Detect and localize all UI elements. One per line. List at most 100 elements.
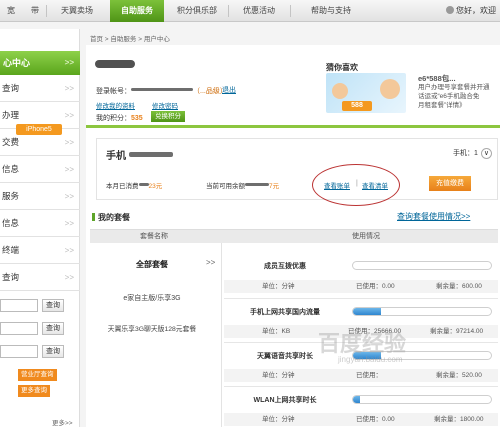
- nav-item-points-club[interactable]: 积分俱乐部: [168, 0, 226, 22]
- balance-label: 当前可用余额: [206, 183, 245, 190]
- recommend-line: 月租套餐”详情》: [418, 102, 466, 109]
- usage-progress-fill: [353, 396, 360, 403]
- redacted-value: [245, 183, 269, 186]
- person-image: [332, 83, 348, 99]
- recommend-line: 用户办理号享套餐并开通: [418, 84, 490, 91]
- sidebar-item-query-2[interactable]: 查询 >>: [0, 264, 80, 291]
- usage-unit: 单位：分钟: [262, 283, 295, 290]
- edit-password-text: 修改密码: [152, 103, 178, 110]
- sidebar-query-button[interactable]: 查询: [42, 322, 64, 335]
- plan-item[interactable]: 天翼乐享3G聊天版128元套餐: [86, 323, 218, 333]
- edit-password-link[interactable]: 修改密码: [152, 100, 178, 110]
- more-query-button[interactable]: 更多查询: [18, 385, 50, 397]
- nav-item-help[interactable]: 帮助与支持: [296, 0, 366, 22]
- double-chevron-icon: >>: [64, 273, 74, 282]
- sidebar-query-input[interactable]: [0, 345, 38, 358]
- double-chevron-icon: >>: [64, 246, 74, 255]
- sidebar-item-label: 交费: [2, 137, 20, 147]
- recommend-banner[interactable]: 588: [326, 73, 406, 113]
- sidebar-header-label: 心中心: [3, 58, 31, 68]
- top-navigation: 宽 带 天翼卖场 自助服务 积分俱乐部 优惠活动 帮助与支持 您好，欢迎: [0, 0, 500, 22]
- month-spend-value: 23元: [148, 183, 163, 190]
- nav-separator: [290, 5, 291, 17]
- usage-meta: 单位：分钟 已使用： 剩余量：520.00: [224, 369, 498, 382]
- usage-meta: 单位：分钟 已使用：0.00 剩余量：1800.00: [224, 413, 498, 426]
- breadcrumb: 首页 > 自助服务 > 用户中心: [90, 36, 170, 43]
- recommend-line: e6*588包...: [418, 74, 456, 83]
- phone-switch[interactable]: 手机：1 ∨: [453, 148, 492, 159]
- double-chevron-icon: >>: [64, 192, 74, 201]
- usage-row: 成员互拨优惠 单位：分钟 已使用：0.00 剩余量：600.00: [224, 253, 498, 299]
- watermark-url: jingyan.baidu.com: [338, 355, 403, 364]
- month-spend-label: 本月已消费: [106, 183, 139, 190]
- person-image: [380, 79, 400, 99]
- usage-unit: 单位：分钟: [262, 416, 295, 423]
- highlight-circle: [312, 164, 400, 206]
- title-marker: [92, 213, 95, 221]
- month-spend: 本月已消费 23元: [106, 180, 162, 190]
- usage-progress-fill: [353, 308, 381, 315]
- phone-title: 手机: [106, 147, 173, 162]
- nav-item-promotions[interactable]: 优惠活动: [230, 0, 288, 22]
- sidebar-query-input[interactable]: [0, 322, 38, 335]
- section-divider: [86, 125, 500, 128]
- usage-progress-bar: [352, 395, 492, 404]
- sidebar-query-button[interactable]: 查询: [42, 345, 64, 358]
- sidebar-query-button[interactable]: 查询: [42, 299, 64, 312]
- logout-link[interactable]: 退出: [222, 85, 236, 95]
- nav-separator: [46, 5, 47, 17]
- usage-name: 手机上网共享国内流量: [250, 309, 320, 316]
- sidebar-query-input[interactable]: [0, 299, 38, 312]
- phone-title-text: 手机: [106, 151, 126, 162]
- double-chevron-icon: >>: [64, 138, 74, 147]
- sidebar-item-label: 服务: [2, 191, 20, 201]
- column-usage: 使用情况: [352, 233, 380, 240]
- nav-item-broadband[interactable]: 宽: [0, 0, 22, 22]
- iphone-promo-badge[interactable]: iPhone5: [16, 124, 62, 135]
- recharge-button[interactable]: 充值缴费: [429, 176, 471, 191]
- sidebar-item-service[interactable]: 服务 >>: [0, 183, 80, 210]
- sidebar-more-link[interactable]: 更多>>: [52, 417, 73, 427]
- phone-switch-label: 手机：1: [453, 150, 478, 157]
- usage-used: 已使用：: [356, 372, 382, 379]
- double-chevron-icon[interactable]: >>: [206, 258, 215, 267]
- user-icon: [446, 6, 454, 14]
- nav-item-self-service[interactable]: 自助服务: [110, 0, 164, 22]
- sidebar-item-info-2[interactable]: 信息 >>: [0, 210, 80, 237]
- usage-unit: 单位：分钟: [262, 372, 295, 379]
- sidebar-item-label: 信息: [2, 218, 20, 228]
- sidebar-item-label: 办理: [2, 110, 20, 120]
- account-login-row: 登录帐号： （...品级）: [96, 86, 227, 96]
- nav-separator: [228, 5, 229, 17]
- sidebar-item-info[interactable]: 信息 >>: [0, 156, 80, 183]
- usage-meta: 单位：分钟 已使用：0.00 剩余量：600.00: [224, 280, 498, 293]
- sidebar-header[interactable]: 心中心 >>: [0, 51, 80, 75]
- nav-item-band[interactable]: 带: [24, 0, 46, 22]
- column-plan-name: 套餐名称: [140, 233, 168, 240]
- usage-left: 剩余量：520.00: [436, 372, 482, 379]
- plan-item-all[interactable]: 全部套餐: [86, 259, 218, 270]
- edit-profile-link[interactable]: 修改我的资料: [96, 100, 135, 110]
- chevron-down-icon: ∨: [480, 148, 492, 159]
- greeting: 您好，欢迎: [446, 0, 496, 22]
- plan-item[interactable]: e家自主版/乐享3G: [86, 293, 218, 303]
- usage-progress-bar: [352, 261, 492, 270]
- plans-table-header: 套餐名称 使用情况: [90, 229, 498, 243]
- usage-row: WLAN上网共享时长 单位：分钟 已使用：0.00 剩余量：1800.00: [224, 387, 498, 427]
- usage-left: 剩余量：1800.00: [434, 416, 484, 423]
- hall-query-button[interactable]: 营业厅查询: [18, 369, 57, 381]
- balance-value: 7元: [269, 183, 280, 190]
- sidebar-item-terminal[interactable]: 终端 >>: [0, 237, 80, 264]
- column-divider: [221, 243, 222, 427]
- usage-used: 已使用：0.00: [356, 416, 395, 423]
- nav-item-store[interactable]: 天翼卖场: [48, 0, 106, 22]
- plans-usage-link[interactable]: 查询套餐使用情况>>: [397, 211, 470, 222]
- recommend-title: 猜你喜欢: [326, 63, 358, 72]
- points-value: 535: [131, 115, 143, 122]
- sidebar-item-query[interactable]: 查询 >>: [0, 75, 80, 102]
- redeem-points-button[interactable]: 兑换积分: [151, 111, 185, 122]
- sidebar-item-label: 终端: [2, 245, 20, 255]
- plans-title: 我的套餐: [98, 213, 130, 222]
- usage-unit: 单位：KB: [262, 328, 291, 335]
- recommend-text[interactable]: e6*588包... 用户办理号享套餐并开通 话运或“e6手机融合免 月租套餐”…: [418, 74, 498, 110]
